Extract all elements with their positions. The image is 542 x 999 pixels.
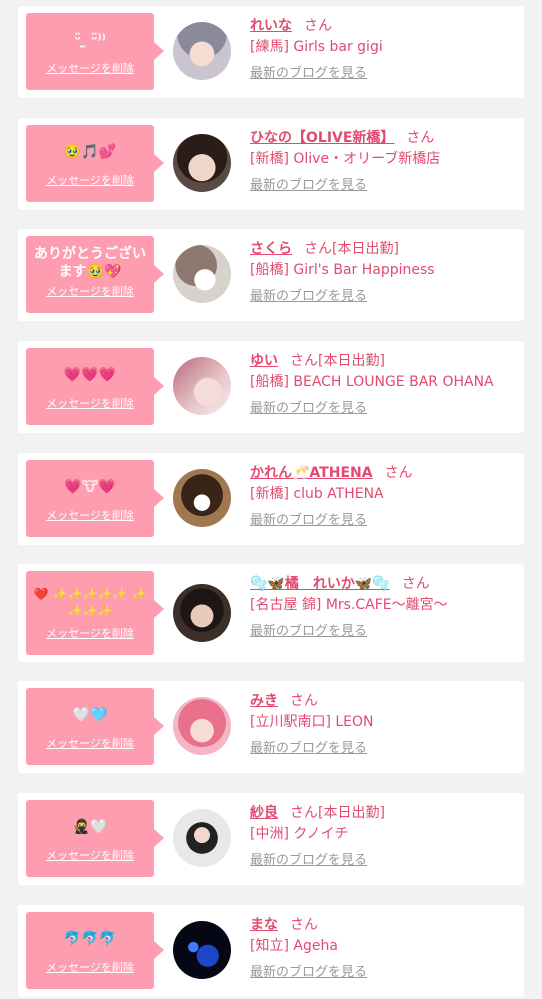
- shop-name: [名古屋 錦] Mrs.CAFE〜離宮〜: [250, 597, 448, 613]
- delete-message-link[interactable]: メッセージを削除: [26, 172, 154, 188]
- status-badge: [本日出勤]: [318, 805, 385, 821]
- list-item: 💗💗💗 メッセージを削除 ゆい さん[本日出勤] [船橋] BEACH LOUNG…: [18, 341, 524, 433]
- shop-name: [新橋] club ATHENA: [250, 486, 384, 502]
- latest-blog-link[interactable]: 最新のブログを見る: [250, 511, 367, 531]
- delete-message-link[interactable]: メッセージを削除: [26, 60, 154, 76]
- profile-info: まな さん [知立] Ageha 最新のブログを見る: [250, 913, 518, 983]
- message-text: 🤍🩵: [72, 707, 108, 723]
- delete-message-link[interactable]: メッセージを削除: [26, 847, 154, 863]
- message-text: 💗💗💗: [63, 367, 117, 383]
- message-bubble: 💗💗💗 メッセージを削除: [26, 348, 164, 425]
- honorific: さん: [290, 805, 318, 821]
- delete-message-link[interactable]: メッセージを削除: [26, 395, 154, 411]
- profile-info: みき さん [立川駅南口] LEON 最新のブログを見る: [250, 689, 518, 759]
- cast-name-link[interactable]: まな: [250, 917, 278, 933]
- latest-blog-link[interactable]: 最新のブログを見る: [250, 399, 367, 419]
- cast-name-link[interactable]: ひなの【OLIVE新橋】: [250, 130, 394, 146]
- honorific: さん: [401, 576, 430, 592]
- profile-info: かれん🥂ATHENA さん [新橋] club ATHENA 最新のブログを見る: [250, 461, 518, 531]
- list-item: 🐬🐬🐬 メッセージを削除 まな さん [知立] Ageha 最新のブログを見る: [18, 905, 524, 997]
- message-text: ᵕ̈ ̫ ᵕ̈⁾⁾: [74, 32, 106, 48]
- message-bubble: 🤍🩵 メッセージを削除: [26, 688, 164, 765]
- avatar[interactable]: [173, 584, 231, 642]
- list-item: ありがとうございます🥹💖 メッセージを削除 さくら さん[本日出勤] [船橋] G…: [18, 229, 524, 321]
- delete-message-link[interactable]: メッセージを削除: [26, 625, 154, 641]
- shop-name: [船橋] BEACH LOUNGE BAR OHANA: [250, 374, 494, 390]
- cast-name-link[interactable]: さくら: [250, 241, 292, 257]
- cast-name-link[interactable]: かれん🥂ATHENA: [250, 465, 373, 481]
- status-badge: [本日出勤]: [318, 353, 385, 369]
- cast-name-link[interactable]: みき: [250, 693, 278, 709]
- avatar[interactable]: [173, 245, 231, 303]
- latest-blog-link[interactable]: 最新のブログを見る: [250, 851, 367, 871]
- honorific: さん: [304, 18, 332, 34]
- message-bubble: 🥷🤍 メッセージを削除: [26, 800, 164, 877]
- latest-blog-link[interactable]: 最新のブログを見る: [250, 963, 367, 983]
- cast-name-link[interactable]: れいな: [250, 18, 292, 34]
- avatar[interactable]: [173, 809, 231, 867]
- message-bubble: ᵕ̈ ̫ ᵕ̈⁾⁾ メッセージを削除: [26, 13, 164, 90]
- list-item: 💗🐮💗 メッセージを削除 かれん🥂ATHENA さん [新橋] club ATHE…: [18, 453, 524, 545]
- message-text: ありがとうございます🥹💖: [34, 246, 146, 280]
- latest-blog-link[interactable]: 最新のブログを見る: [250, 287, 367, 307]
- honorific: さん: [384, 465, 413, 481]
- shop-name: [新橋] Olive・オリーブ新橋店: [250, 151, 441, 167]
- profile-info: れいな さん [練馬] Girls bar gigi 最新のブログを見る: [250, 14, 518, 84]
- list-item: ᵕ̈ ̫ ᵕ̈⁾⁾ メッセージを削除 れいな さん [練馬] Girls bar …: [18, 6, 524, 98]
- message-text: ❤️ ✨✨✨✨✨ ✨✨✨✨: [33, 587, 147, 618]
- avatar[interactable]: [173, 134, 231, 192]
- profile-info: 🫧🦋橘 れいか🦋🫧 さん [名古屋 錦] Mrs.CAFE〜離宮〜 最新のブログを…: [250, 572, 518, 642]
- cast-name-link[interactable]: ゆい: [250, 353, 278, 369]
- latest-blog-link[interactable]: 最新のブログを見る: [250, 64, 367, 84]
- avatar[interactable]: [173, 469, 231, 527]
- shop-name: [立川駅南口] LEON: [250, 714, 374, 730]
- list-item: 🥷🤍 メッセージを削除 紗良 さん[本日出勤] [中洲] クノイチ 最新のブログを…: [18, 793, 524, 885]
- message-bubble: 🥹🎵💕 メッセージを削除: [26, 125, 164, 202]
- profile-info: さくら さん[本日出勤] [船橋] Girl's Bar Happiness 最新…: [250, 237, 518, 307]
- honorific: さん: [290, 693, 318, 709]
- avatar[interactable]: [173, 697, 231, 755]
- message-bubble: 💗🐮💗 メッセージを削除: [26, 460, 164, 537]
- shop-name: [知立] Ageha: [250, 938, 338, 954]
- honorific: さん: [406, 130, 435, 146]
- profile-info: 紗良 さん[本日出勤] [中洲] クノイチ 最新のブログを見る: [250, 801, 518, 871]
- latest-blog-link[interactable]: 最新のブログを見る: [250, 176, 367, 196]
- delete-message-link[interactable]: メッセージを削除: [26, 507, 154, 523]
- cast-name-link[interactable]: 🫧🦋橘 れいか🦋🫧: [250, 576, 390, 592]
- message-bubble: ありがとうございます🥹💖 メッセージを削除: [26, 236, 164, 313]
- message-text: 🥹🎵💕: [63, 144, 117, 160]
- shop-name: [中洲] クノイチ: [250, 826, 349, 842]
- message-text: 🥷🤍: [72, 819, 108, 835]
- message-text: 🐬🐬🐬: [63, 931, 117, 947]
- honorific: さん: [304, 241, 332, 257]
- list-item: 🤍🩵 メッセージを削除 みき さん [立川駅南口] LEON 最新のブログを見る: [18, 681, 524, 773]
- delete-message-link[interactable]: メッセージを削除: [26, 959, 154, 975]
- profile-info: ゆい さん[本日出勤] [船橋] BEACH LOUNGE BAR OHANA 最…: [250, 349, 518, 419]
- message-bubble: 🐬🐬🐬 メッセージを削除: [26, 912, 164, 989]
- latest-blog-link[interactable]: 最新のブログを見る: [250, 622, 367, 642]
- delete-message-link[interactable]: メッセージを削除: [26, 283, 154, 299]
- shop-name: [練馬] Girls bar gigi: [250, 39, 383, 55]
- delete-message-link[interactable]: メッセージを削除: [26, 735, 154, 751]
- shop-name: [船橋] Girl's Bar Happiness: [250, 262, 435, 278]
- avatar[interactable]: [173, 357, 231, 415]
- honorific: さん: [290, 353, 318, 369]
- avatar[interactable]: [173, 22, 231, 80]
- list-item: 🥹🎵💕 メッセージを削除 ひなの【OLIVE新橋】 さん [新橋] Olive・オ…: [18, 118, 524, 210]
- status-badge: [本日出勤]: [332, 241, 399, 257]
- latest-blog-link[interactable]: 最新のブログを見る: [250, 739, 367, 759]
- message-bubble: ❤️ ✨✨✨✨✨ ✨✨✨✨ メッセージを削除: [26, 571, 164, 655]
- honorific: さん: [290, 917, 318, 933]
- avatar[interactable]: [173, 921, 231, 979]
- list-item: ❤️ ✨✨✨✨✨ ✨✨✨✨ メッセージを削除 🫧🦋橘 れいか🦋🫧 さん [名古屋 …: [18, 564, 524, 662]
- message-text: 💗🐮💗: [64, 479, 116, 495]
- profile-info: ひなの【OLIVE新橋】 さん [新橋] Olive・オリーブ新橋店 最新のブログ…: [250, 126, 518, 196]
- cast-name-link[interactable]: 紗良: [250, 805, 278, 821]
